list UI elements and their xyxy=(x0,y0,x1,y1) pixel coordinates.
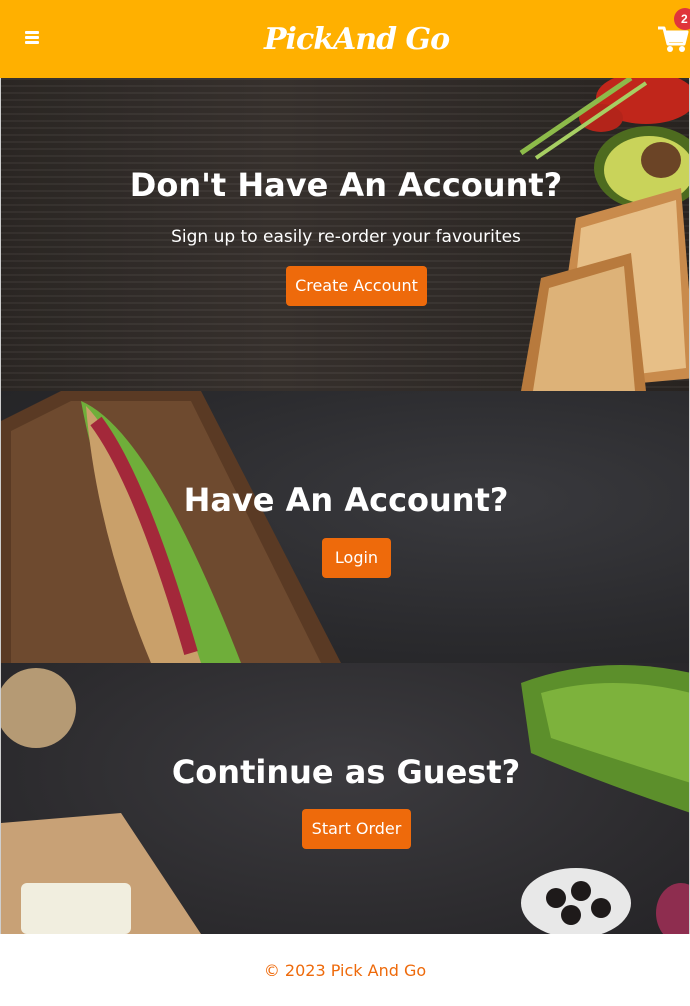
signup-subtitle: Sign up to easily re-order your favourit… xyxy=(171,227,521,247)
app-header: PickAnd Go 2 xyxy=(0,0,690,78)
guest-section: Continue as Guest? Start Order xyxy=(0,663,690,934)
pick-and-go-logo[interactable]: PickAnd Go xyxy=(264,14,450,66)
ingredients-image xyxy=(1,665,689,934)
copyright-text: © 2023 Pick And Go xyxy=(263,961,427,980)
signup-section: Don't Have An Account? Sign up to easily… xyxy=(0,78,690,391)
login-title: Have An Account? xyxy=(183,481,509,519)
logo-text: PickAnd Go xyxy=(264,22,450,57)
start-order-button[interactable]: Start Order xyxy=(302,809,411,849)
hamburger-menu-icon[interactable] xyxy=(24,29,42,47)
create-account-button[interactable]: Create Account xyxy=(286,266,427,306)
cart-count-badge: 2 xyxy=(674,8,690,30)
page-footer: © 2023 Pick And Go xyxy=(0,934,690,1006)
sandwich-board-image xyxy=(1,391,341,663)
login-section: Have An Account? Login xyxy=(0,391,690,663)
guest-title: Continue as Guest? xyxy=(171,753,521,791)
login-button[interactable]: Login xyxy=(322,538,391,578)
signup-title: Don't Have An Account? xyxy=(129,166,563,204)
